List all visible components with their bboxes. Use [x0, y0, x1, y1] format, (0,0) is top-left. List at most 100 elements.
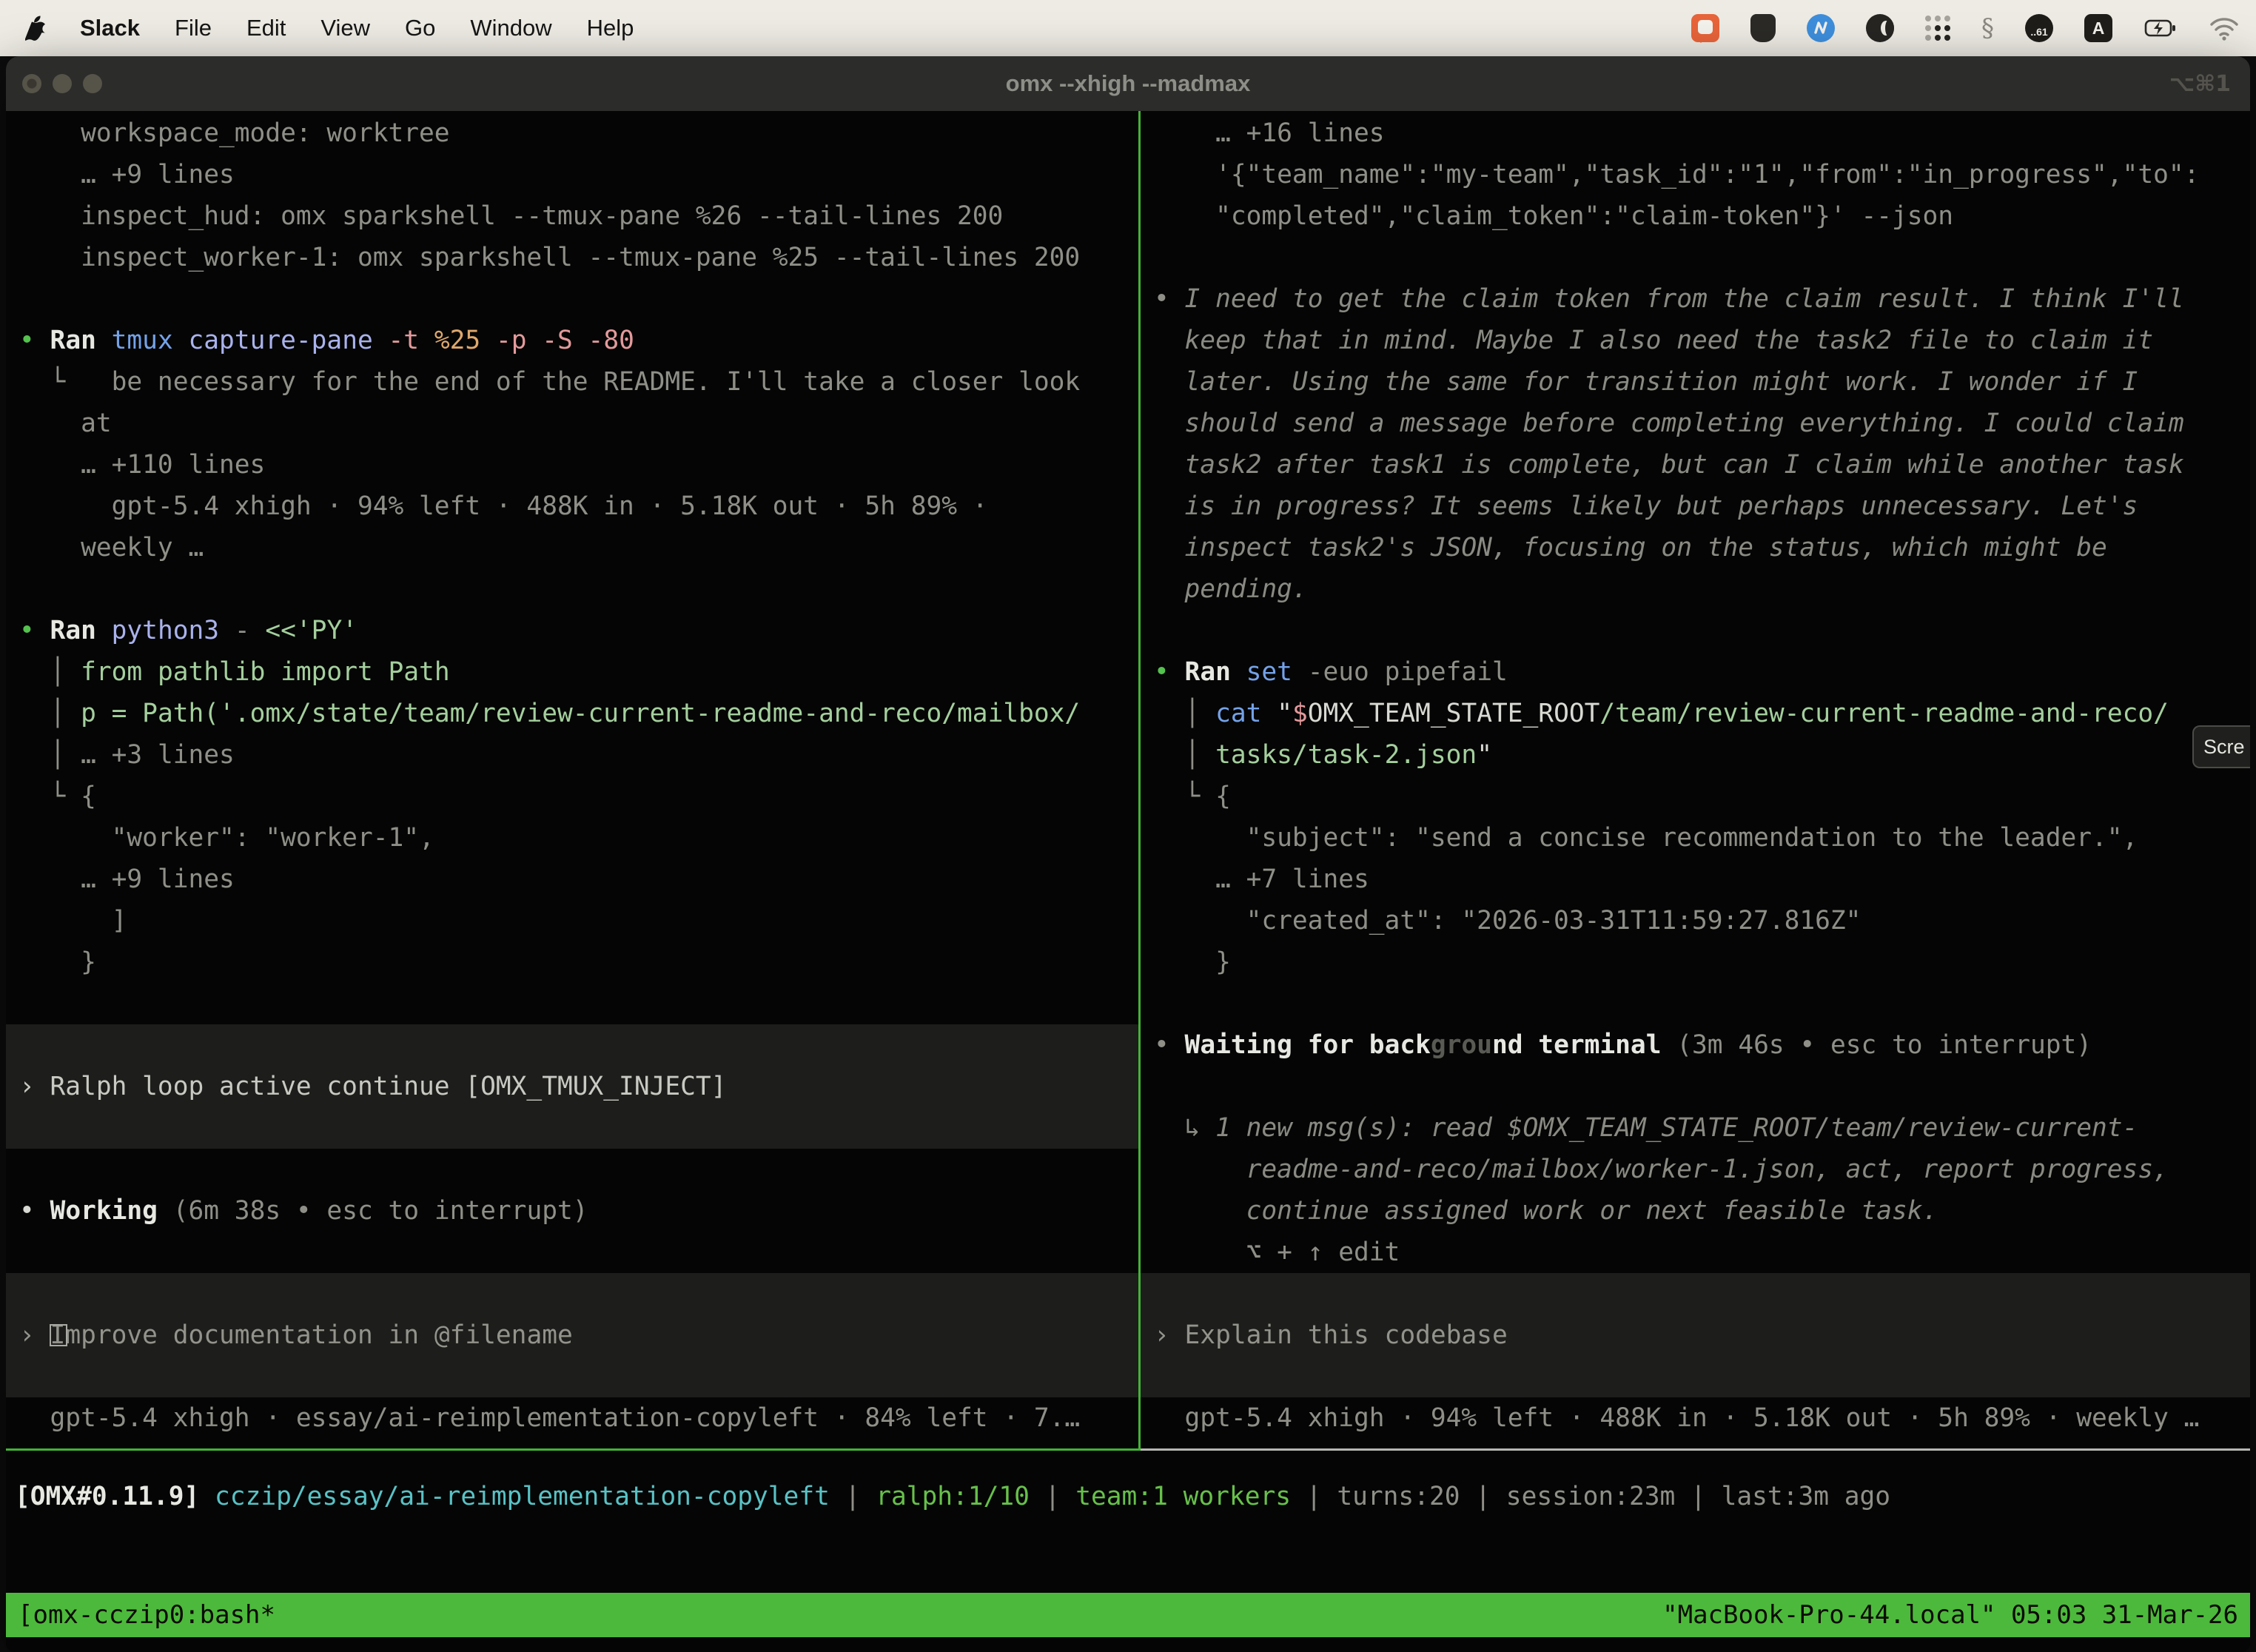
terminal-line: inspect_worker-1: omx sparkshell --tmux-… — [6, 237, 1138, 278]
menu-bar-status-area: § ..61 A — [1691, 13, 2240, 43]
terminal-line — [6, 1107, 1138, 1149]
traffic-light-buttons — [6, 74, 102, 93]
apple-menu-icon[interactable] — [25, 15, 47, 41]
blue-app-icon[interactable] — [1807, 14, 1835, 42]
terminal-line: … +7 lines — [1141, 859, 2250, 900]
terminal-line: is in progress? It seems likely but perh… — [1141, 486, 2250, 527]
menu-item-help[interactable]: Help — [587, 15, 634, 41]
dots-grid-icon[interactable] — [1925, 16, 1950, 41]
a-app-icon[interactable]: A — [2084, 14, 2112, 42]
menu-item-edit[interactable]: Edit — [246, 15, 286, 41]
terminal-line: inspect task2's JSON, focusing on the st… — [1141, 527, 2250, 568]
terminal-line — [1141, 610, 2250, 651]
terminal-line: › Explain this codebase — [1141, 1314, 2250, 1356]
window-shortcut: ⌥⌘1 — [2169, 71, 2250, 97]
terminal-line: ↳ 1 new msg(s): read $OMX_TEAM_STATE_ROO… — [1141, 1107, 2250, 1149]
password-shield-icon[interactable] — [1750, 14, 1776, 42]
terminal-line: "worker": "worker-1", — [6, 817, 1138, 859]
menu-item-view[interactable]: View — [320, 15, 370, 41]
left-terminal-pane[interactable]: workspace_mode: worktree … +9 lines insp… — [6, 111, 1141, 1451]
wifi-icon[interactable] — [2209, 16, 2240, 41]
status-seg: [OMX#0.11.9] — [15, 1482, 215, 1511]
terminal-window: omx --xhigh --madmax ⌥⌘1 workspace_mode:… — [6, 56, 2250, 1652]
terminal-line — [1141, 983, 2250, 1024]
screenshot-notification-text: Scre — [2203, 736, 2245, 759]
status-seg: | — [1045, 1482, 1076, 1511]
terminal-line — [1141, 1066, 2250, 1107]
terminal-line: │ tasks/task-2.json" — [1141, 734, 2250, 776]
terminal-line: continue assigned work or next feasible … — [1141, 1190, 2250, 1232]
status-seg: ralph:1/10 — [876, 1482, 1044, 1511]
terminal-line: should send a message before completing … — [1141, 403, 2250, 444]
terminal-line: ] — [6, 900, 1138, 941]
terminal-line: keep that in mind. Maybe I also need the… — [1141, 320, 2250, 361]
terminal-line — [6, 568, 1138, 610]
terminal-line — [6, 278, 1138, 320]
menu-item-slack[interactable]: Slack — [80, 15, 140, 41]
terminal-line: ⌥ + ↑ edit — [1141, 1232, 2250, 1273]
close-button[interactable] — [22, 74, 41, 93]
terminal-line: '{"team_name":"my-team","task_id":"1","f… — [1141, 154, 2250, 195]
minimize-button[interactable] — [53, 74, 72, 93]
right-terminal-pane[interactable]: … +16 lines '{"team_name":"my-team","tas… — [1141, 111, 2250, 1451]
hook-menu-icon[interactable]: § — [1981, 13, 1994, 43]
terminal-line: "subject": "send a concise recommendatio… — [1141, 817, 2250, 859]
terminal-line — [6, 1356, 1138, 1397]
terminal-line: task2 after task1 is complete, but can I… — [1141, 444, 2250, 486]
menu-item-window[interactable]: Window — [470, 15, 551, 41]
terminal-line: weekly … — [6, 527, 1138, 568]
terminal-line — [6, 983, 1138, 1024]
terminal-line: │ p = Path('.omx/state/team/review-curre… — [6, 693, 1138, 734]
terminal-line: } — [6, 941, 1138, 983]
window-title-bar[interactable]: omx --xhigh --madmax ⌥⌘1 — [6, 56, 2250, 111]
status-seg: | — [845, 1482, 876, 1511]
crescent-app-icon[interactable] — [1866, 14, 1894, 42]
chat-app-icon[interactable] — [1691, 14, 1719, 42]
omx-session-status-line: [OMX#0.11.9] cczip/essay/ai-reimplementa… — [6, 1451, 2250, 1593]
battery-icon[interactable] — [2143, 14, 2178, 42]
tmux-status-bar: [omx-cczip0:bash* "MacBook-Pro-44.local"… — [6, 1593, 2250, 1637]
status-seg: team:1 workers — [1075, 1482, 1306, 1511]
counter-badge-icon[interactable]: ..61 — [2025, 14, 2053, 42]
menu-item-file[interactable]: File — [175, 15, 212, 41]
terminal-line: › Improve documentation in @filename — [6, 1314, 1138, 1356]
terminal-line: at — [6, 403, 1138, 444]
tmux-session-name[interactable]: [omx-cczip0:bash* — [18, 1600, 1662, 1630]
terminal-line: • Working (6m 38s • esc to interrupt) — [6, 1190, 1138, 1232]
terminal-line: └ be necessary for the end of the README… — [6, 361, 1138, 403]
terminal-line: │ … +3 lines — [6, 734, 1138, 776]
menu-item-go[interactable]: Go — [405, 15, 435, 41]
terminal-line — [1141, 1356, 2250, 1397]
tmux-pane-area: workspace_mode: worktree … +9 lines insp… — [6, 111, 2250, 1451]
terminal-line: inspect_hud: omx sparkshell --tmux-pane … — [6, 195, 1138, 237]
terminal-line: • Ran tmux capture-pane -t %25 -p -S -80 — [6, 320, 1138, 361]
terminal-line: › Ralph loop active continue [OMX_TMUX_I… — [6, 1066, 1138, 1107]
screenshot-notification[interactable]: Scre — [2192, 725, 2250, 768]
terminal-line: } — [1141, 941, 2250, 983]
terminal-line: • Ran set -euo pipefail — [1141, 651, 2250, 693]
tmux-host-clock: "MacBook-Pro-44.local" 05:03 31-Mar-26 — [1662, 1600, 2238, 1630]
terminal-line: • Waiting for background terminal (3m 46… — [1141, 1024, 2250, 1066]
terminal-line: "created_at": "2026-03-31T11:59:27.816Z" — [1141, 900, 2250, 941]
terminal-line: readme-and-reco/mailbox/worker-1.json, a… — [1141, 1149, 2250, 1190]
terminal-line: … +16 lines — [1141, 113, 2250, 154]
status-seg: cczip/essay/ai-reimplementation-copyleft — [215, 1482, 845, 1511]
terminal-line: • I need to get the claim token from the… — [1141, 278, 2250, 320]
terminal-line: … +9 lines — [6, 859, 1138, 900]
terminal-line: later. Using the same for transition mig… — [1141, 361, 2250, 403]
terminal-line: • Ran python3 - <<'PY' — [6, 610, 1138, 651]
terminal-line: └ { — [6, 776, 1138, 817]
window-footer — [6, 1637, 2250, 1652]
macos-menu-bar: Slack File Edit View Go Window Help § ..… — [0, 0, 2256, 56]
terminal-line — [6, 1232, 1138, 1273]
terminal-line: gpt-5.4 xhigh · 94% left · 488K in · 5.1… — [6, 486, 1138, 527]
terminal-line: "completed","claim_token":"claim-token"}… — [1141, 195, 2250, 237]
terminal-line — [6, 1024, 1138, 1066]
terminal-line — [6, 1149, 1138, 1190]
terminal-line: gpt-5.4 xhigh · essay/ai-reimplementatio… — [6, 1397, 1138, 1439]
terminal-line: pending. — [1141, 568, 2250, 610]
terminal-line: workspace_mode: worktree — [6, 113, 1138, 154]
zoom-button[interactable] — [83, 74, 102, 93]
terminal-line — [1141, 237, 2250, 278]
terminal-line: gpt-5.4 xhigh · 94% left · 488K in · 5.1… — [1141, 1397, 2250, 1439]
